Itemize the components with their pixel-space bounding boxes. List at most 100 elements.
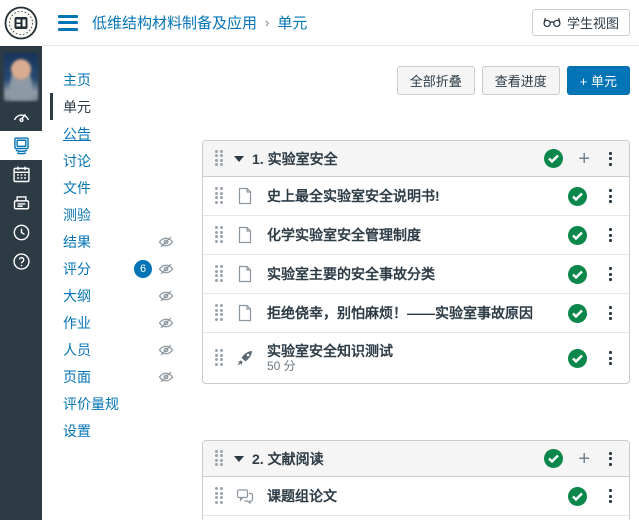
- item-points-label: 50 分: [267, 359, 393, 373]
- kebab-menu-icon[interactable]: [603, 450, 617, 468]
- course-nav-assignments[interactable]: 作业: [50, 309, 174, 336]
- drag-handle-icon[interactable]: [215, 304, 225, 322]
- course-nav-announcements[interactable]: 公告: [50, 120, 174, 147]
- view-progress-button[interactable]: 查看进度: [482, 66, 560, 95]
- breadcrumb-separator: ›: [265, 15, 269, 30]
- student-view-label: 学生视图: [567, 13, 619, 32]
- module-title: 1. 实验室安全: [252, 149, 338, 169]
- collapse-all-button[interactable]: 全部折叠: [397, 66, 475, 95]
- module-item-row: 实验室主要的安全事故分类: [203, 255, 629, 294]
- module-title: 2. 文献阅读: [252, 449, 324, 469]
- module-item-title[interactable]: 化学实验室安全管理制度: [267, 225, 421, 245]
- university-seal-icon: [3, 4, 39, 42]
- drag-handle-icon[interactable]: [215, 450, 225, 468]
- canvas-modules-page: 低维结构材料制备及应用 › 单元 学生视图 主页 单元 公告 讨论 文件 测验 …: [0, 0, 639, 520]
- add-item-icon[interactable]: +: [578, 450, 590, 468]
- add-module-button[interactable]: + 单元: [567, 66, 630, 95]
- published-check-icon[interactable]: [568, 226, 587, 245]
- global-nav: [0, 0, 42, 520]
- course-nav-people[interactable]: 人员: [50, 336, 174, 363]
- drag-handle-icon[interactable]: [215, 487, 225, 505]
- add-item-icon[interactable]: +: [578, 150, 590, 168]
- published-check-icon[interactable]: [568, 187, 587, 206]
- module-item-title[interactable]: 史上最全实验室安全说明书!: [267, 186, 440, 206]
- published-check-icon[interactable]: [568, 349, 587, 368]
- drag-handle-icon[interactable]: [215, 349, 225, 367]
- module-item-row: 化学实验室安全管理制度: [203, 216, 629, 255]
- collapse-caret-icon[interactable]: [234, 456, 244, 462]
- course-nav-modules[interactable]: 单元: [50, 93, 174, 120]
- help-icon[interactable]: [0, 247, 42, 276]
- courses-icon[interactable]: [0, 131, 42, 160]
- glasses-icon: [543, 17, 561, 28]
- page-icon: [236, 304, 254, 322]
- drag-handle-icon[interactable]: [215, 265, 225, 283]
- eye-off-icon: [158, 369, 174, 385]
- module-item-row: 史上最全实验室安全说明书!: [203, 177, 629, 216]
- module-item-title[interactable]: 课题组论文: [267, 486, 337, 506]
- eye-off-icon: [158, 315, 174, 331]
- dashboard-icon[interactable]: [0, 102, 42, 131]
- drag-handle-icon[interactable]: [215, 187, 225, 205]
- student-view-button[interactable]: 学生视图: [532, 9, 630, 36]
- drag-handle-icon[interactable]: [215, 150, 225, 168]
- kebab-menu-icon[interactable]: [603, 304, 617, 322]
- course-nav-home[interactable]: 主页: [50, 66, 174, 93]
- breadcrumb-current[interactable]: 单元: [277, 12, 307, 33]
- kebab-menu-icon[interactable]: [603, 187, 617, 205]
- breadcrumb: 低维结构材料制备及应用 › 单元: [92, 12, 307, 33]
- breadcrumb-course-link[interactable]: 低维结构材料制备及应用: [92, 12, 257, 33]
- kebab-menu-icon[interactable]: [603, 150, 617, 168]
- grades-badge: 6: [134, 260, 152, 278]
- module-item-title[interactable]: 实验室主要的安全事故分类: [267, 264, 435, 284]
- kebab-menu-icon[interactable]: [603, 226, 617, 244]
- page-header: 低维结构材料制备及应用 › 单元 学生视图: [42, 0, 639, 46]
- hamburger-icon[interactable]: [58, 15, 78, 31]
- inbox-icon[interactable]: [0, 189, 42, 218]
- kebab-menu-icon[interactable]: [603, 487, 617, 505]
- published-check-icon[interactable]: [544, 149, 563, 168]
- module-item-title[interactable]: 拒绝侥幸，别怕麻烦！——实验室事故原因: [267, 303, 533, 323]
- history-icon[interactable]: [0, 218, 42, 247]
- kebab-menu-icon[interactable]: [603, 349, 617, 367]
- eye-off-icon: [158, 342, 174, 358]
- course-nav-outcomes[interactable]: 结果: [50, 228, 174, 255]
- page-icon: [236, 226, 254, 244]
- course-nav: 主页 单元 公告 讨论 文件 测验 结果 评分 6 大纲 作业 人员 页面 评价…: [50, 66, 174, 444]
- calendar-icon[interactable]: [0, 160, 42, 189]
- user-avatar[interactable]: [4, 53, 38, 101]
- collapse-caret-icon[interactable]: [234, 156, 244, 162]
- course-nav-quizzes[interactable]: 测验: [50, 201, 174, 228]
- module: 1. 实验室安全 + 史上最全实验室安全说明书! 化学实: [202, 140, 630, 384]
- course-nav-grades[interactable]: 评分 6: [50, 255, 174, 282]
- modules-content: 全部折叠 查看进度 + 单元 1. 实验室安全 + 史上最全实验室安全说明书!: [202, 60, 630, 520]
- module-item-row: 课题组论文: [203, 477, 629, 516]
- module-header: 1. 实验室安全 +: [203, 141, 629, 177]
- course-nav-discussions[interactable]: 讨论: [50, 147, 174, 174]
- module-header: 2. 文献阅读 +: [203, 441, 629, 477]
- published-check-icon[interactable]: [568, 487, 587, 506]
- course-nav-rubrics[interactable]: 评价量规: [50, 390, 174, 417]
- module-item-title[interactable]: 实验室安全知识测试: [267, 343, 393, 359]
- published-check-icon[interactable]: [568, 265, 587, 284]
- global-nav-items: [0, 102, 42, 276]
- module-item-row: 拒绝侥幸，别怕麻烦！——实验室事故原因: [203, 294, 629, 333]
- course-nav-settings[interactable]: 设置: [50, 417, 174, 444]
- kebab-menu-icon[interactable]: [603, 265, 617, 283]
- quiz-icon: [236, 349, 254, 367]
- discussion-icon: [236, 487, 254, 505]
- course-nav-pages[interactable]: 页面: [50, 363, 174, 390]
- course-nav-files[interactable]: 文件: [50, 174, 174, 201]
- published-check-icon[interactable]: [568, 304, 587, 323]
- eye-off-icon: [158, 288, 174, 304]
- university-logo[interactable]: [0, 0, 42, 46]
- page-icon: [236, 187, 254, 205]
- module: 2. 文献阅读 + 课题组论文: [202, 440, 630, 520]
- published-check-icon[interactable]: [544, 449, 563, 468]
- module-item-row-partial: [203, 516, 629, 520]
- drag-handle-icon[interactable]: [215, 226, 225, 244]
- module-item-row: 实验室安全知识测试 50 分: [203, 333, 629, 383]
- eye-off-icon: [158, 261, 174, 277]
- eye-off-icon: [158, 234, 174, 250]
- course-nav-syllabus[interactable]: 大纲: [50, 282, 174, 309]
